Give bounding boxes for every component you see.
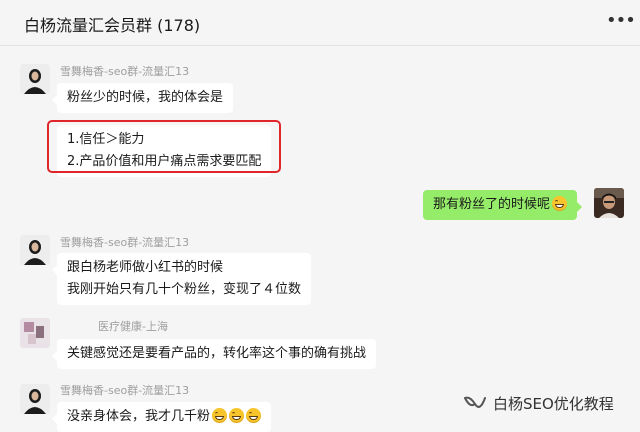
message-bubble[interactable]: 跟白杨老师做小红书的时候 我刚开始只有几十个粉丝，变现了４位数 — [51, 253, 312, 305]
avatar[interactable] — [20, 318, 50, 348]
sender-name: 雪舞梅香-seo群-流量汇13 — [60, 236, 190, 249]
watermark: 白杨SEO优化教程 — [463, 393, 614, 414]
message-bubble-self[interactable]: 那有粉丝了的时候呢 — [423, 190, 583, 220]
sender-name: 雪舞梅香-seo群-流量汇13 — [60, 384, 190, 397]
grin-emoji-icon — [552, 196, 568, 211]
message-text: 粉丝少的时候，我的体会是 — [67, 90, 224, 105]
message-text: 关键感觉还是要看产品的，转化率这个事的确有挑战 — [67, 346, 367, 361]
sender-name: 雪舞梅香-seo群-流量汇13 — [60, 65, 190, 78]
avatar[interactable] — [20, 235, 50, 265]
sender-name: 医疗健康-上海 — [98, 320, 168, 333]
grin-emoji-icon — [229, 408, 245, 423]
grin-emoji-icon — [246, 408, 262, 423]
chat-title: 白杨流量汇会员群 (178) — [24, 16, 201, 35]
message-bubble[interactable]: 关键感觉还是要看产品的，转化率这个事的确有挑战 — [51, 339, 377, 369]
avatar[interactable] — [20, 64, 50, 94]
message-text: 没亲身体会，我才几千粉 — [67, 409, 211, 424]
message-text: 那有粉丝了的时候呢 — [433, 197, 551, 212]
watermark-text: 白杨SEO优化教程 — [493, 395, 614, 413]
wechat-channel-icon — [464, 396, 486, 408]
message-text: 我刚开始只有几十个粉丝，变现了４位数 — [67, 282, 302, 297]
grin-emoji-icon — [212, 408, 228, 423]
more-dots-icon[interactable]: ••• — [606, 12, 636, 30]
message-text: 跟白杨老师做小红书的时候 — [67, 260, 224, 275]
message-bubble[interactable]: 粉丝少的时候，我的体会是 — [51, 83, 234, 113]
message-bubble[interactable]: 没亲身体会，我才几千粉 — [51, 402, 272, 432]
chat-header: 白杨流量汇会员群 (178) ••• — [0, 0, 640, 46]
avatar[interactable] — [20, 384, 50, 414]
highlight-box — [47, 120, 281, 173]
avatar-self[interactable] — [594, 188, 624, 218]
